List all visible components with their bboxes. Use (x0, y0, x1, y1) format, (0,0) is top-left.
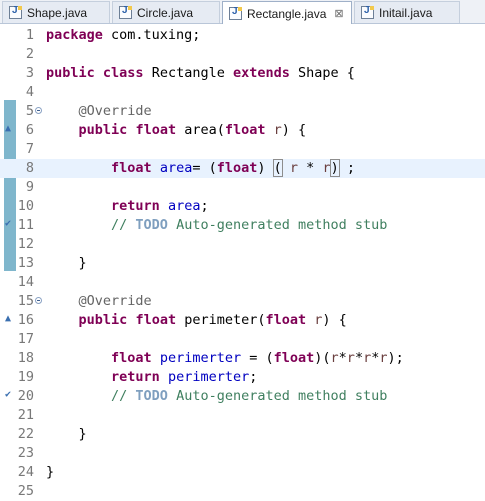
code-text: // TODO Auto-generated method stub (111, 217, 388, 233)
task-marker-icon[interactable]: ✔ (5, 219, 11, 229)
line-number: 21 (17, 407, 34, 423)
code-line[interactable]: 19 return perimerter; (0, 368, 485, 387)
current-code-line[interactable]: 8 float area= (float) ( r * r) ; (0, 159, 485, 178)
tab-rectangle-java[interactable]: Rectangle.java ⊠ (222, 1, 352, 25)
code-line[interactable]: ✔ 20 // TODO Auto-generated method stub (0, 387, 485, 406)
code-line[interactable]: ▲ 6 public float area(float r) { (0, 121, 485, 140)
java-file-icon (229, 6, 242, 20)
fold-toggle-icon[interactable] (35, 297, 42, 304)
line-number: 5 (25, 103, 34, 119)
code-text: } (46, 426, 87, 442)
line-number: 8 (25, 160, 34, 176)
tab-label: Circle.java (137, 5, 194, 20)
line-number: 15 (17, 293, 34, 309)
line-number: 12 (17, 236, 34, 252)
code-line[interactable]: 23 (0, 444, 485, 463)
code-line[interactable]: 15 @Override (0, 292, 485, 311)
line-number: 18 (17, 350, 34, 366)
code-text: // TODO Auto-generated method stub (111, 388, 388, 404)
code-line[interactable]: 12 (0, 235, 485, 254)
tab-label: Rectangle.java (247, 6, 327, 21)
code-line[interactable]: 3 public class Rectangle extends Shape { (0, 64, 485, 83)
code-line[interactable]: 10 return area; (0, 197, 485, 216)
code-text: } (46, 464, 55, 480)
code-line[interactable]: 17 (0, 330, 485, 349)
line-number: 19 (17, 369, 34, 385)
code-text: package com.tuxing; (46, 27, 201, 43)
line-number: 10 (17, 198, 34, 214)
code-line[interactable]: 4 (0, 83, 485, 102)
code-line[interactable]: 5 @Override (0, 102, 485, 121)
line-number: 11 (17, 217, 34, 233)
java-file-icon (9, 5, 22, 19)
line-number: 7 (25, 141, 34, 157)
close-tab-icon[interactable]: ⊠ (334, 7, 343, 20)
tab-circle-java[interactable]: Circle.java (112, 1, 220, 23)
code-line[interactable]: 24 } (0, 463, 485, 482)
line-number: 6 (25, 122, 34, 138)
line-number: 2 (25, 46, 34, 62)
code-text: @Override (78, 293, 152, 309)
code-line[interactable]: 22 } (0, 425, 485, 444)
line-number: 20 (17, 388, 34, 404)
code-line[interactable]: 7 (0, 140, 485, 159)
code-text: float perimerter = (float)(r*r*r*r); (111, 350, 404, 366)
line-number: 4 (25, 84, 34, 100)
line-number: 1 (25, 27, 34, 43)
line-number: 17 (17, 331, 34, 347)
line-number: 3 (25, 65, 34, 81)
line-number: 23 (17, 445, 34, 461)
java-file-icon (361, 5, 374, 19)
code-text: public class Rectangle extends Shape { (46, 65, 355, 81)
tab-shape-java[interactable]: Shape.java (2, 1, 110, 23)
tab-initail-java[interactable]: Initail.java (354, 1, 460, 23)
code-line[interactable]: 13 } (0, 254, 485, 273)
line-number: 16 (17, 312, 34, 328)
code-line[interactable]: 1 package com.tuxing; (0, 26, 485, 45)
code-line[interactable]: 9 (0, 178, 485, 197)
code-line[interactable]: 18 float perimerter = (float)(r*r*r*r); (0, 349, 485, 368)
override-marker-icon[interactable]: ▲ (5, 314, 11, 324)
task-marker-icon[interactable]: ✔ (5, 390, 11, 400)
code-line[interactable]: 21 (0, 406, 485, 425)
fold-toggle-icon[interactable] (35, 107, 42, 114)
code-line[interactable]: ✔ 11 // TODO Auto-generated method stub (0, 216, 485, 235)
code-line[interactable]: 14 (0, 273, 485, 292)
line-number: 13 (17, 255, 34, 271)
java-file-icon (119, 5, 132, 19)
tab-label: Initail.java (379, 5, 433, 20)
code-text: return perimerter; (111, 369, 258, 385)
line-number: 24 (17, 464, 34, 480)
code-line[interactable]: 2 (0, 45, 485, 64)
line-number: 22 (17, 426, 34, 442)
override-marker-icon[interactable]: ▲ (5, 124, 11, 134)
code-text: } (46, 255, 87, 271)
editor-tab-bar: Shape.java Circle.java Rectangle.java ⊠ … (0, 0, 485, 25)
code-text: public float area(float r) { (78, 122, 307, 138)
code-text: @Override (78, 103, 152, 119)
code-text: return area; (111, 198, 209, 214)
code-editor[interactable]: 1 package com.tuxing; 2 3 public class R… (0, 24, 485, 499)
line-number: 9 (25, 179, 34, 195)
line-number: 14 (17, 274, 34, 290)
tab-label: Shape.java (27, 5, 88, 20)
code-text: float area= (float) ( r * r) ; (111, 159, 355, 177)
code-text: public float perimeter(float r) { (78, 312, 347, 328)
code-line[interactable]: ▲ 16 public float perimeter(float r) { (0, 311, 485, 330)
